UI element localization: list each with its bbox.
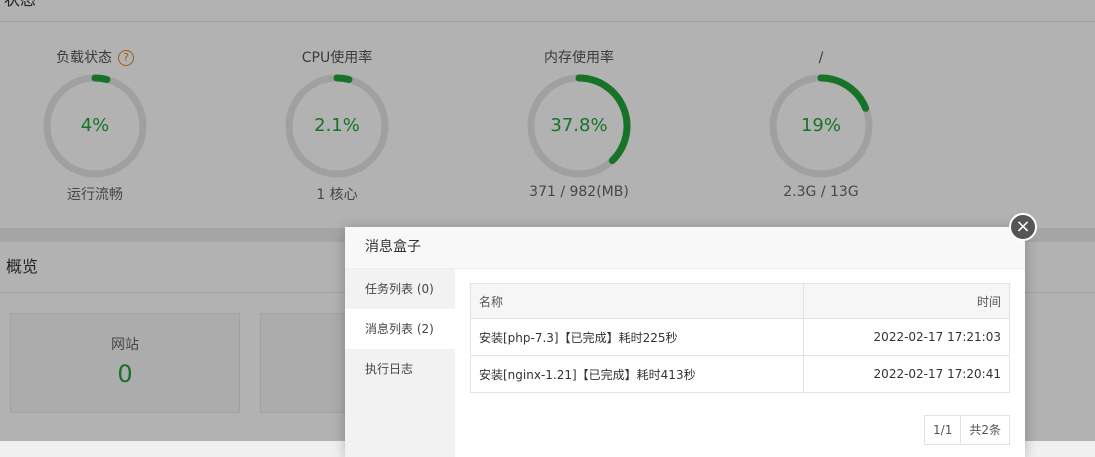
message-name: 安装[nginx-1.21]【已完成】耗时413秒 <box>469 355 805 393</box>
message-time: 2022-02-17 17:21:03 <box>803 318 1010 356</box>
dialog-sidebar: 任务列表 (0) 消息列表 (2) 执行日志 <box>345 269 455 457</box>
column-header-name: 名称 <box>469 283 805 319</box>
message-time: 2022-02-17 17:20:41 <box>803 355 1010 393</box>
message-name: 安装[php-7.3]【已完成】耗时225秒 <box>469 318 805 356</box>
message-table: 名称 时间 安装[php-7.3]【已完成】耗时225秒 2022-02-17 … <box>469 283 1010 393</box>
tab-message-list[interactable]: 消息列表 (2) <box>345 309 455 349</box>
tab-execution-log[interactable]: 执行日志 <box>345 349 455 389</box>
table-row[interactable]: 安装[php-7.3]【已完成】耗时225秒 2022-02-17 17:21:… <box>469 318 1010 356</box>
column-header-time: 时间 <box>803 283 1010 319</box>
table-row[interactable]: 安装[nginx-1.21]【已完成】耗时413秒 2022-02-17 17:… <box>469 355 1010 393</box>
tab-task-list[interactable]: 任务列表 (0) <box>345 269 455 309</box>
close-icon[interactable]: × <box>1009 213 1037 241</box>
dialog-title: 消息盒子 <box>345 227 1025 269</box>
message-box-dialog: 消息盒子 × 任务列表 (0) 消息列表 (2) 执行日志 名称 时间 安装[p… <box>345 213 1037 457</box>
dialog-content: 名称 时间 安装[php-7.3]【已完成】耗时225秒 2022-02-17 … <box>469 283 1010 445</box>
table-header-row: 名称 时间 <box>469 283 1010 319</box>
